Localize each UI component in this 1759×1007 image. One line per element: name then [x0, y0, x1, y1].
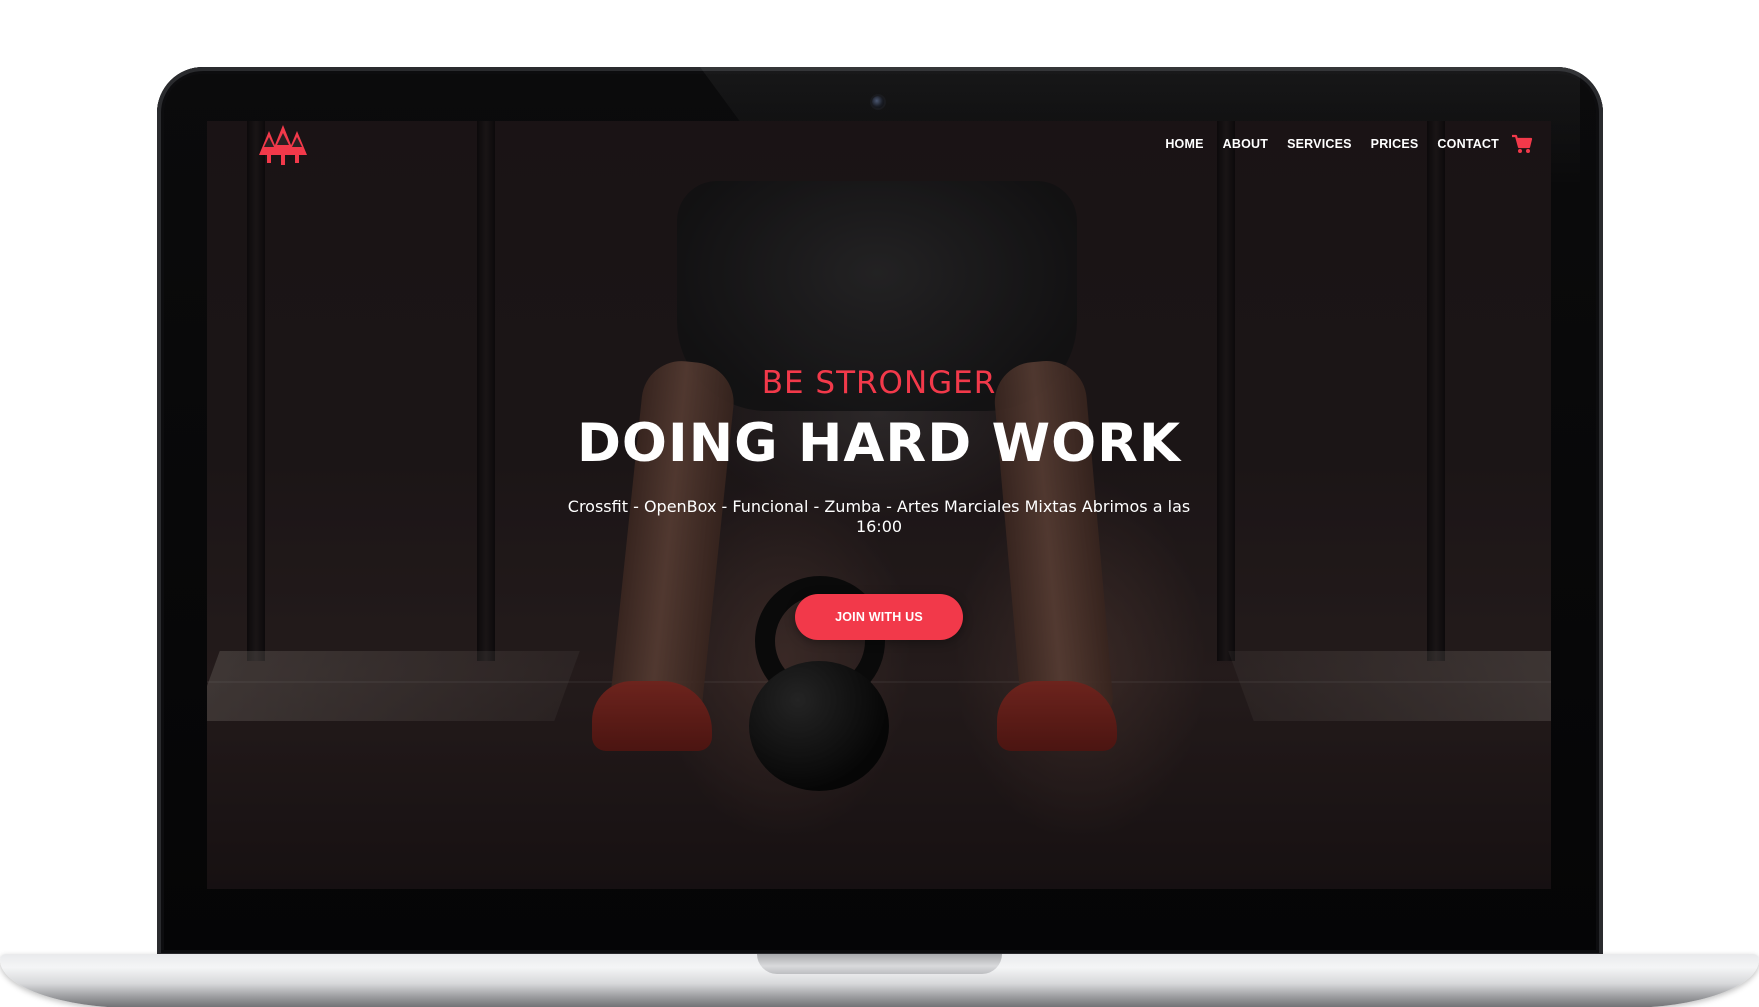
join-with-us-button[interactable]: JOIN WITH US — [795, 594, 963, 640]
laptop-base-notch — [757, 954, 1002, 974]
hero-tagline: BE STRONGER — [761, 365, 997, 401]
hero-headline: DOING HARD WORK — [576, 413, 1182, 474]
hero-section: BE STRONGER DOING HARD WORK Crossfit - O… — [207, 121, 1551, 889]
laptop-screen: HOME ABOUT SERVICES PRICES CONTACT BE ST… — [207, 121, 1551, 889]
hero-subtitle: Crossfit - OpenBox - Funcional - Zumba -… — [567, 497, 1191, 536]
laptop-mockup-stage: HOME ABOUT SERVICES PRICES CONTACT BE ST… — [0, 0, 1759, 1007]
webcam-icon — [872, 96, 884, 108]
